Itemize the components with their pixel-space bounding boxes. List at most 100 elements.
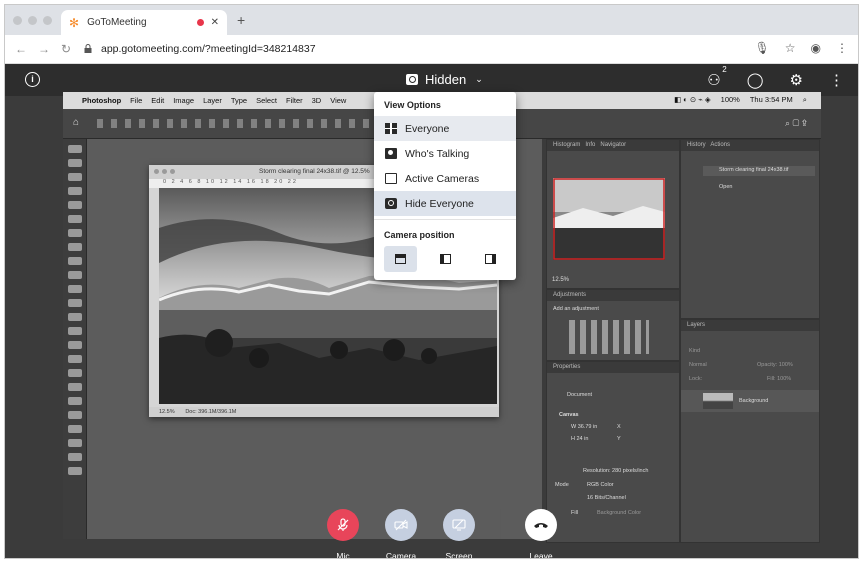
camera-off-icon[interactable] bbox=[385, 509, 417, 541]
reload-icon[interactable]: ↻ bbox=[61, 42, 71, 56]
view-option-active-cameras[interactable]: Active Cameras bbox=[374, 166, 516, 191]
panel-tab-history: History bbox=[687, 142, 706, 148]
view-option-everyone[interactable]: Everyone bbox=[374, 116, 516, 141]
layers-filter-kind: Kind bbox=[689, 348, 701, 354]
browser-menu-icon[interactable]: ⋮ bbox=[836, 41, 848, 55]
camera-top-icon bbox=[395, 254, 406, 264]
lock-icon bbox=[84, 44, 92, 53]
spotlight-icon: ⌕ bbox=[802, 95, 807, 104]
gear-icon: ⚙ bbox=[789, 72, 803, 89]
mic-control[interactable]: Mic bbox=[327, 509, 359, 558]
camera-right-icon bbox=[485, 254, 496, 264]
panel-tab-info: Info bbox=[585, 142, 596, 148]
view-option-label: Active Cameras bbox=[405, 172, 480, 185]
more-options-button[interactable]: ⋮ bbox=[829, 71, 844, 89]
canvas-x: X bbox=[617, 424, 621, 430]
navigator-thumbnail bbox=[553, 178, 665, 260]
bookmark-star-icon[interactable]: ☆ bbox=[785, 41, 796, 55]
hidden-view-icon bbox=[406, 74, 418, 85]
adjustments-panel: Adjustments Add an adjustment bbox=[546, 289, 680, 361]
camera-position-left[interactable] bbox=[429, 246, 462, 272]
adjustments-title: Adjustments bbox=[547, 290, 679, 301]
menu-file: File bbox=[130, 96, 143, 105]
info-icon[interactable]: i bbox=[25, 72, 40, 87]
window-controls[interactable] bbox=[13, 16, 52, 25]
layers-opacity: Opacity: 100% bbox=[757, 362, 793, 368]
view-option-label: Hide Everyone bbox=[405, 197, 474, 210]
menu-layer: Layer bbox=[203, 96, 222, 105]
history-open-step: Open bbox=[719, 184, 733, 190]
home-icon: ⌂ bbox=[73, 117, 80, 128]
browser-tab[interactable]: ✻ GoToMeeting ✕ bbox=[61, 10, 227, 35]
layers-title: Layers bbox=[681, 320, 819, 331]
layers-blend-mode: Normal bbox=[689, 362, 707, 368]
forward-icon[interactable]: → bbox=[38, 42, 50, 56]
camera-left-icon bbox=[440, 254, 451, 264]
profile-icon[interactable]: ◉ bbox=[811, 41, 821, 55]
view-options-label: Hidden bbox=[425, 72, 467, 87]
menu-3d: 3D bbox=[311, 96, 322, 105]
menu-image: Image bbox=[173, 96, 195, 105]
settings-button[interactable]: ⚙ bbox=[790, 71, 803, 89]
view-options-button[interactable]: Hidden ⌄ bbox=[406, 72, 483, 87]
document-size: Doc: 396.1M/396.1M bbox=[185, 409, 237, 415]
history-snapshot: Storm clearing final 24x38.tif bbox=[719, 167, 789, 173]
grid-icon bbox=[385, 123, 397, 134]
close-tab-icon[interactable]: ✕ bbox=[211, 17, 219, 28]
layer-name: Background bbox=[739, 398, 769, 404]
document-zoom: 12.5% bbox=[159, 409, 175, 415]
clock: Thu 3:54 PM bbox=[749, 95, 793, 104]
url-text[interactable]: app.gotomeeting.com/?meetingId=348214837 bbox=[101, 43, 316, 55]
chat-button[interactable]: ◯ bbox=[747, 71, 764, 89]
panel-tab-actions: Actions bbox=[710, 142, 731, 148]
layers-lock: Lock: bbox=[689, 376, 703, 382]
canvas-section: Canvas bbox=[559, 412, 579, 418]
layer-thumbnail bbox=[703, 393, 733, 409]
adjustment-icons bbox=[569, 320, 649, 354]
screen-label: Screen bbox=[445, 551, 473, 559]
canvas-height: H 24 in bbox=[571, 436, 589, 442]
hang-up-icon[interactable] bbox=[525, 509, 557, 541]
gotomeeting-logo-icon: ✻ bbox=[69, 15, 80, 30]
view-option-label: Everyone bbox=[405, 122, 450, 135]
back-icon[interactable]: ← bbox=[15, 42, 27, 56]
new-tab-icon[interactable]: + bbox=[237, 12, 245, 28]
menu-filter: Filter bbox=[285, 96, 303, 105]
meeting-controls: Mic Camera Screen Leave bbox=[5, 501, 858, 558]
camera-frame-icon bbox=[385, 173, 397, 184]
camera-position-top[interactable] bbox=[384, 246, 417, 272]
view-option-whos-talking[interactable]: Who's Talking bbox=[374, 141, 516, 166]
view-options-menu: View Options Everyone Who's Talking Acti… bbox=[374, 92, 516, 280]
mic-off-icon[interactable] bbox=[327, 509, 359, 541]
navigator-zoom: 12.5% bbox=[552, 277, 570, 283]
photoshop-toolbar bbox=[63, 139, 87, 539]
menu-edit: Edit bbox=[151, 96, 165, 105]
adjustments-hint: Add an adjustment bbox=[553, 306, 599, 312]
speaker-icon bbox=[385, 148, 397, 159]
menu-type: Type bbox=[230, 96, 248, 105]
screen-share-off-icon[interactable] bbox=[443, 509, 475, 541]
canvas-y: Y bbox=[617, 436, 621, 442]
recording-indicator-icon bbox=[196, 19, 204, 26]
menu-view: View bbox=[330, 96, 347, 105]
address-bar: ← → ↻ app.gotomeeting.com/?meetingId=348… bbox=[5, 35, 858, 64]
panel-tab-navigator: Navigator bbox=[600, 142, 627, 148]
leave-label: Leave bbox=[529, 551, 553, 559]
menu-select: Select bbox=[256, 96, 277, 105]
view-option-hide-everyone[interactable]: Hide Everyone bbox=[374, 191, 516, 216]
mode-value: RGB Color bbox=[587, 482, 614, 488]
camera-control[interactable]: Camera bbox=[385, 509, 417, 558]
leave-control[interactable]: Leave bbox=[525, 509, 557, 558]
camera-position-right[interactable] bbox=[474, 246, 507, 272]
people-icon: ⚇ bbox=[707, 72, 721, 89]
microphone-indicator-icon[interactable]: 🎙︎ bbox=[755, 41, 770, 55]
participants-button[interactable]: ⚇ 2 bbox=[707, 65, 726, 89]
more-vertical-icon: ⋮ bbox=[829, 72, 844, 89]
view-option-label: Who's Talking bbox=[405, 147, 470, 160]
hidden-icon bbox=[385, 198, 397, 209]
chevron-down-icon: ⌄ bbox=[475, 74, 483, 84]
screen-control[interactable]: Screen bbox=[443, 509, 475, 558]
app-window: ✻ GoToMeeting ✕ + ← → ↻ app.gotomeeting.… bbox=[4, 4, 859, 559]
canvas-resolution: Resolution: 280 pixels/inch bbox=[583, 468, 649, 474]
properties-title: Properties bbox=[547, 362, 679, 373]
